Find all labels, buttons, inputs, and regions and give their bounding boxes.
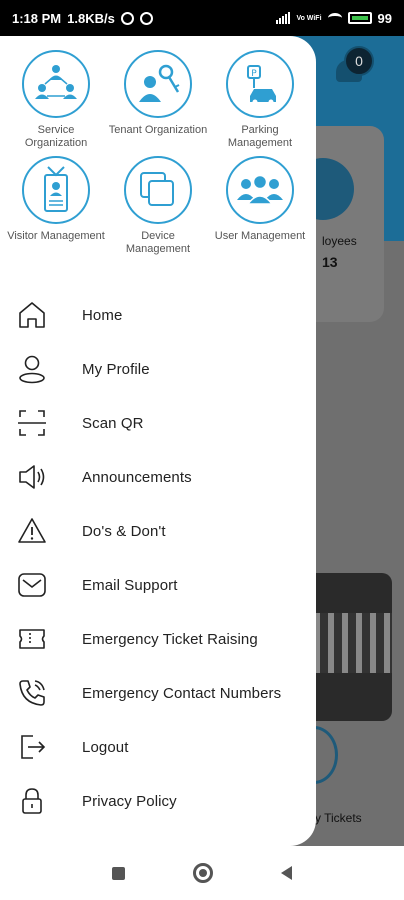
notification-count: 0 <box>344 46 374 76</box>
battery-icon <box>347 12 372 24</box>
home-icon <box>16 299 48 331</box>
home-button[interactable] <box>193 863 213 883</box>
tile-service-organization[interactable]: Service Organization <box>6 50 106 150</box>
warning-icon <box>16 515 48 547</box>
tile-label: Parking Management <box>227 124 293 149</box>
menu-item-label: Do's & Don't <box>82 522 166 540</box>
menu-item-label: Emergency Ticket Raising <box>82 630 258 648</box>
sync-icon <box>120 11 134 25</box>
status-time: 1:18 PM <box>12 10 62 26</box>
menu-item-my-profile[interactable]: My Profile <box>0 342 316 396</box>
profile-icon <box>16 353 48 385</box>
menu-item-label: Announcements <box>82 468 192 486</box>
status-bar: 1:18 PM 1.8KB/s Vo WiFi 99 <box>0 0 404 36</box>
back-button[interactable] <box>281 866 292 880</box>
logout-icon <box>16 731 48 763</box>
people-network-icon <box>22 50 90 118</box>
tile-visitor-management[interactable]: Visitor Management <box>6 156 106 256</box>
tile-tenant-organization[interactable]: Tenant Organization <box>108 50 208 150</box>
tile-label: Tenant Organization <box>108 124 208 136</box>
tile-label: Service Organization <box>24 124 88 149</box>
tile-user-management[interactable]: User Management <box>210 156 310 256</box>
battery-level: 99 <box>377 10 392 26</box>
menu-item-emergency-contacts[interactable]: Emergency Contact Numbers <box>0 666 316 720</box>
scan-qr-icon <box>16 407 48 439</box>
menu-item-scan-qr[interactable]: Scan QR <box>0 396 316 450</box>
menu-item-announcements[interactable]: Announcements <box>0 450 316 504</box>
menu-item-home[interactable]: Home <box>0 288 316 342</box>
module-grid: Service Organization Tenant Organization… <box>0 50 316 256</box>
wifi-icon <box>327 13 342 23</box>
svg-text:P: P <box>251 69 257 79</box>
tile-parking-management[interactable]: P Parking Management <box>210 50 310 150</box>
person-key-icon <box>124 50 192 118</box>
status-speed: 1.8KB/s <box>67 10 115 26</box>
network-type: Vo WiFi <box>296 14 322 22</box>
lock-icon <box>16 785 48 817</box>
menu-item-label: Home <box>82 306 123 324</box>
tickets-label: y Tickets <box>315 811 362 825</box>
ticket-icon <box>16 623 48 655</box>
mail-icon <box>16 569 48 601</box>
drawer-menu: Home My Profile Scan QR Announcements Do <box>0 288 316 828</box>
tile-label: User Management <box>214 230 306 242</box>
navigation-drawer: Service Organization Tenant Organization… <box>0 36 316 846</box>
id-badge-icon <box>22 156 90 224</box>
system-navigation-bar <box>0 846 404 900</box>
tile-label: Visitor Management <box>7 230 105 242</box>
menu-item-logout[interactable]: Logout <box>0 720 316 774</box>
menu-item-email-support[interactable]: Email Support <box>0 558 316 612</box>
recents-button[interactable] <box>112 866 125 880</box>
menu-item-privacy-policy[interactable]: Privacy Policy <box>0 774 316 828</box>
data-saver-icon <box>139 11 153 25</box>
menu-item-label: Email Support <box>82 576 178 594</box>
signal-icon <box>276 12 291 24</box>
employees-card-value: 13 <box>322 254 338 270</box>
employees-card-label: loyees <box>322 234 357 248</box>
menu-item-label: My Profile <box>82 360 150 378</box>
notification-bell-icon[interactable]: 0 <box>334 46 374 82</box>
speaker-icon <box>16 461 48 493</box>
menu-item-label: Emergency Contact Numbers <box>82 684 282 702</box>
menu-item-label: Logout <box>82 738 129 756</box>
tile-device-management[interactable]: Device Management <box>108 156 208 256</box>
menu-item-label: Privacy Policy <box>82 792 177 810</box>
user-group-icon <box>226 156 294 224</box>
menu-item-label: Scan QR <box>82 414 144 432</box>
menu-item-emergency-ticket[interactable]: Emergency Ticket Raising <box>0 612 316 666</box>
menu-item-dos-donts[interactable]: Do's & Don't <box>0 504 316 558</box>
phone-icon <box>16 677 48 709</box>
car-parking-icon: P <box>226 50 294 118</box>
devices-icon <box>124 156 192 224</box>
tile-label: Device Management <box>125 230 191 255</box>
